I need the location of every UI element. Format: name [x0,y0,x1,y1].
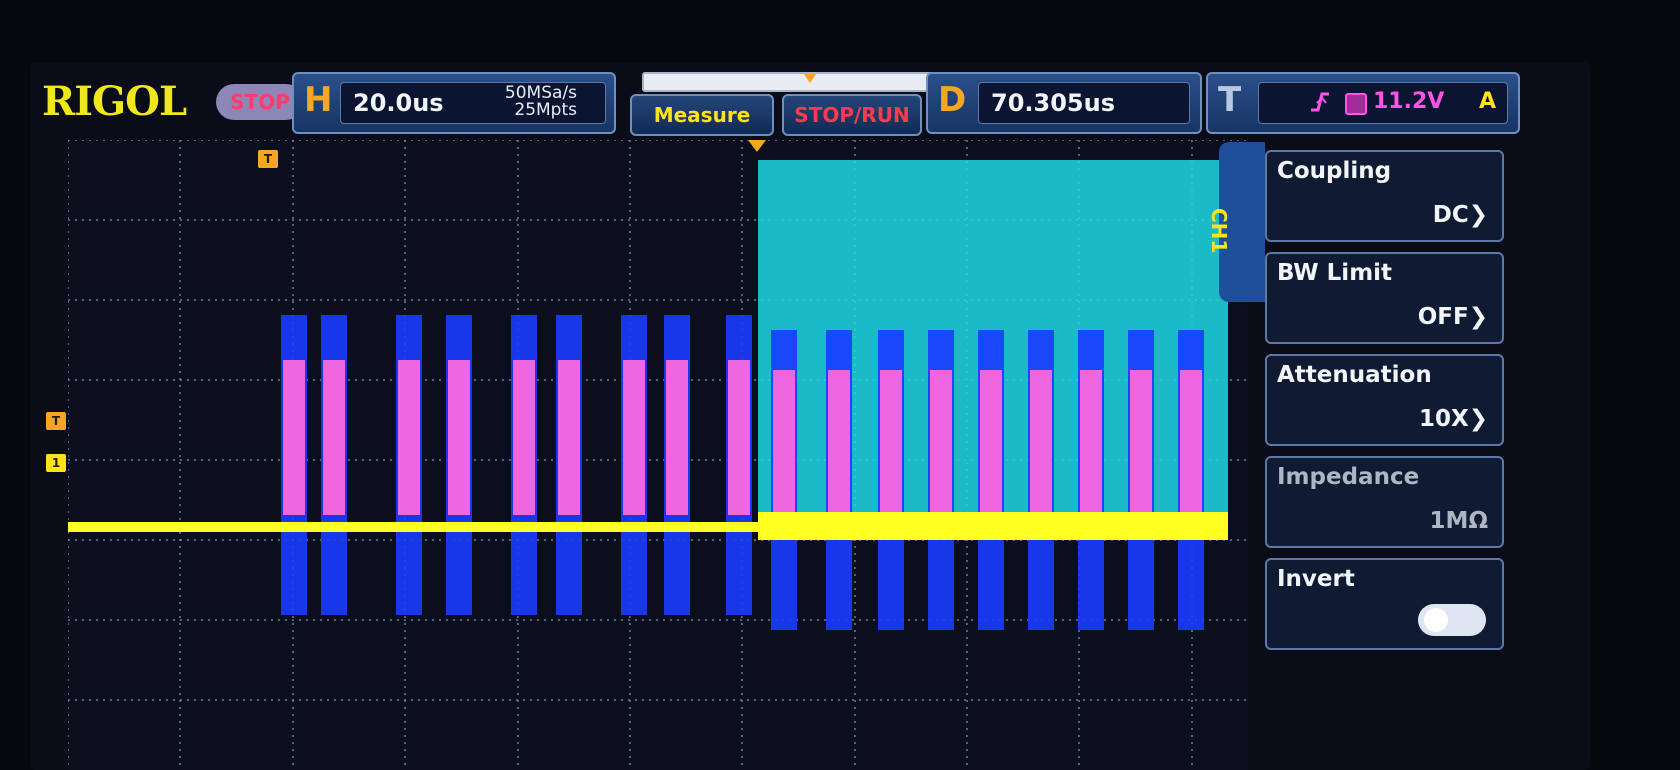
measure-button[interactable]: Measure [630,94,774,136]
ch3-trace [558,360,580,515]
timebase-box: 20.0us 50MSa/s 25Mpts [340,82,606,124]
delay-value: 70.305us [991,89,1115,117]
ch3-trace [1180,370,1202,525]
impedance-menu-item[interactable]: Impedance 1MΩ [1265,456,1504,548]
trigger-source: A [1479,89,1497,114]
ch3-trace [1030,370,1052,525]
coupling-value: DC❯ [1432,202,1488,228]
ch3-trace [666,360,688,515]
memory-depth: 25Mpts [514,100,577,120]
waveform-display[interactable] [68,140,1248,770]
trigger-box: 11.2V A [1258,82,1508,124]
attenuation-menu-item[interactable]: Attenuation 10X❯ [1265,354,1504,446]
ch3-trace [930,370,952,525]
chevron-right-icon: ❯ [1468,202,1488,228]
ch3-trace [623,360,645,515]
ch3-trace [828,370,850,525]
ch3-trace [880,370,902,525]
attenuation-label: Attenuation [1277,362,1432,388]
ch3-trace [728,360,750,515]
impedance-label: Impedance [1277,464,1420,490]
trigger-delay-arrow-icon [748,140,766,152]
trigger-time-marker[interactable]: T [258,150,278,168]
coupling-menu-item[interactable]: Coupling DC❯ [1265,150,1504,242]
bw-limit-menu-item[interactable]: BW Limit OFF❯ [1265,252,1504,344]
ch3-trace [980,370,1002,525]
timebase-value: 20.0us [353,89,444,117]
ch3-trace [323,360,345,515]
stop-run-button[interactable]: STOP/RUN [782,94,922,136]
oscilloscope-screen: RIGOL STOP H 20.0us 50MSa/s 25Mpts Measu… [30,62,1590,770]
ch3-trace [1130,370,1152,525]
channel-menu: CH1 Coupling DC❯ BW Limit OFF❯ Attenuati… [1207,142,1590,770]
rising-edge-icon [1311,92,1329,112]
trigger-letter: T [1218,80,1242,120]
trigger-panel[interactable]: T 11.2V A [1206,72,1520,134]
ch1-reference-marker[interactable]: 1 [46,454,66,472]
ch3-trace [448,360,470,515]
ch3-trace [773,370,795,525]
ch3-trace [513,360,535,515]
delay-box: 70.305us [978,82,1190,124]
impedance-value: 1MΩ [1429,508,1488,534]
trigger-level-marker[interactable]: T [46,412,66,430]
chevron-right-icon: ❯ [1468,304,1488,330]
ch1-trace [68,522,758,532]
horizontal-letter: H [304,80,333,120]
ch1-trace [758,512,1228,540]
top-status-bar: RIGOL STOP H 20.0us 50MSa/s 25Mpts Measu… [30,62,1590,142]
invert-toggle[interactable] [1418,604,1486,636]
bw-limit-label: BW Limit [1277,260,1393,286]
delay-letter: D [938,80,967,120]
ch3-trace [1080,370,1102,525]
delay-panel[interactable]: D 70.305us [926,72,1202,134]
ch3-trace [283,360,305,515]
invert-label: Invert [1277,566,1355,592]
invert-menu-item[interactable]: Invert [1265,558,1504,650]
source-square-icon [1345,93,1367,115]
chevron-right-icon: ❯ [1468,406,1488,432]
run-state-badge[interactable]: STOP [216,84,304,120]
trigger-level: 11.2V [1373,89,1445,114]
horizontal-panel[interactable]: H 20.0us 50MSa/s 25Mpts [292,72,616,134]
bw-limit-value: OFF❯ [1417,304,1488,330]
attenuation-value: 10X❯ [1418,406,1488,432]
rigol-logo: RIGOL [42,78,187,125]
ch3-trace [398,360,420,515]
coupling-label: Coupling [1277,158,1392,184]
channel-label: CH1 [1207,208,1231,254]
trigger-position-mark [804,74,816,83]
